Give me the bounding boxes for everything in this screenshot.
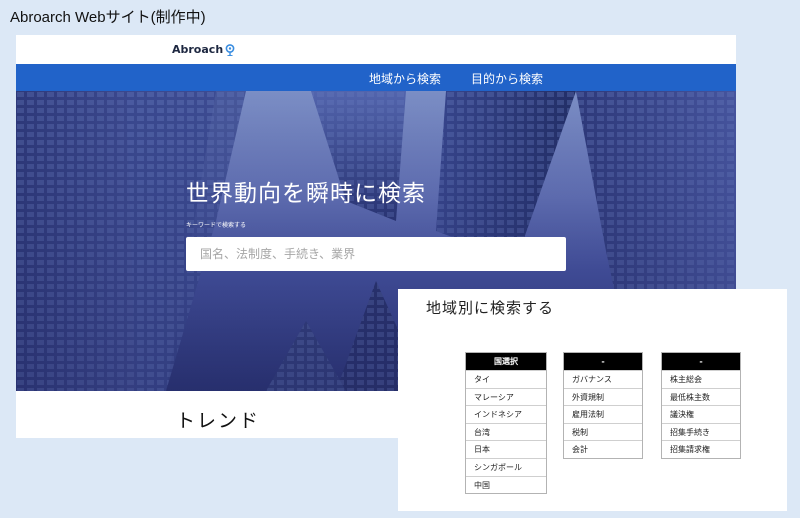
dropdown-option[interactable]: マレーシア	[466, 387, 546, 406]
dropdown-option[interactable]: 招集手続き	[662, 422, 740, 441]
dropdown-header[interactable]: 国選択	[466, 353, 546, 370]
map-pin-icon	[225, 43, 235, 56]
region-search-title: 地域別に検索する	[426, 299, 555, 317]
category-select-dropdown[interactable]: - ガバナンス 外資規制 雇用法制 税制 会計	[563, 352, 643, 459]
page-caption: Abroarch Webサイト(制作中)	[10, 9, 206, 26]
keyword-search-label: キーワードで検索する	[186, 222, 247, 229]
logo-text: Abroach	[172, 43, 224, 56]
dropdown-option[interactable]: 最低株主数	[662, 387, 740, 406]
trend-heading: トレンド	[176, 410, 261, 432]
region-search-panel: 地域別に検索する 国選択 タイ マレーシア インドネシア 台湾 日本 シンガポー…	[398, 289, 787, 511]
hero-title: 世界動向を瞬時に検索	[186, 181, 426, 207]
dropdown-option[interactable]: 外資規制	[564, 387, 642, 406]
dropdown-header[interactable]: -	[662, 353, 740, 370]
dropdown-option[interactable]: インドネシア	[466, 405, 546, 423]
nav-search-by-region[interactable]: 地域から検索	[369, 70, 441, 87]
dropdown-option[interactable]: 会計	[564, 440, 642, 458]
dropdown-option[interactable]: 株主総会	[662, 370, 740, 388]
dropdown-option[interactable]: 日本	[466, 440, 546, 458]
dropdown-option[interactable]: 招集請求権	[662, 440, 740, 458]
dropdown-option[interactable]: ガバナンス	[564, 370, 642, 388]
keyword-search-input[interactable]	[186, 237, 566, 271]
site-logo[interactable]: Abroach	[172, 43, 235, 56]
dropdown-option[interactable]: シンガポール	[466, 457, 546, 476]
dropdown-option[interactable]: 雇用法制	[564, 405, 642, 423]
top-header: Abroach	[16, 35, 736, 64]
country-select-dropdown[interactable]: 国選択 タイ マレーシア インドネシア 台湾 日本 シンガポール 中国	[465, 352, 547, 495]
dropdown-option[interactable]: 議決権	[662, 405, 740, 423]
dropdown-option[interactable]: 税制	[564, 422, 642, 441]
dropdown-option[interactable]: タイ	[466, 370, 546, 388]
dropdown-header[interactable]: -	[564, 353, 642, 370]
main-nav: 地域から検索 目的から検索	[16, 64, 736, 91]
dropdown-option[interactable]: 中国	[466, 475, 546, 494]
nav-search-by-purpose[interactable]: 目的から検索	[471, 70, 543, 87]
dropdown-option[interactable]: 台湾	[466, 422, 546, 441]
topic-select-dropdown[interactable]: - 株主総会 最低株主数 議決権 招集手続き 招集請求権	[661, 352, 741, 459]
